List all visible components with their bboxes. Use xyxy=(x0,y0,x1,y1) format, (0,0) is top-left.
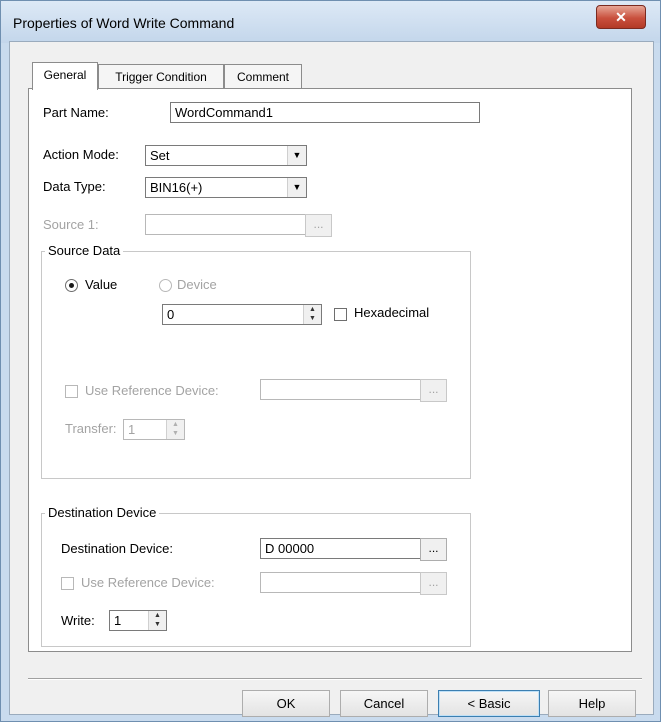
cancel-button[interactable]: Cancel xyxy=(340,690,428,717)
destination-reference-device-input[interactable] xyxy=(260,572,422,593)
dropdown-arrow-icon[interactable]: ▼ xyxy=(287,146,306,165)
tab-trigger-condition-label: Trigger Condition xyxy=(115,70,207,84)
general-tab-panel: Part Name: WordCommand1 Action Mode: Set… xyxy=(28,88,632,652)
transfer-spinner[interactable]: ▲ ▼ xyxy=(166,420,184,439)
action-mode-label: Action Mode: xyxy=(43,147,119,162)
window-title: Properties of Word Write Command xyxy=(13,15,235,31)
data-type-value: BIN16(+) xyxy=(150,180,203,195)
destination-device-input[interactable]: D 00000 xyxy=(260,538,422,559)
value-spinner[interactable]: ▲ ▼ xyxy=(303,305,321,324)
dropdown-arrow-icon[interactable]: ▼ xyxy=(287,178,306,197)
data-type-select[interactable]: BIN16(+) ▼ xyxy=(145,177,307,198)
part-name-label: Part Name: xyxy=(43,105,109,120)
write-spinner[interactable]: ▲ ▼ xyxy=(148,611,166,630)
ok-button[interactable]: OK xyxy=(242,690,330,717)
source-reference-device-input[interactable] xyxy=(260,379,422,400)
tab-comment-label: Comment xyxy=(236,70,289,84)
destination-use-reference-checkbox[interactable] xyxy=(61,577,74,590)
destination-device-browse-button[interactable]: ... xyxy=(420,538,447,561)
help-button[interactable]: Help xyxy=(548,690,636,717)
source1-label: Source 1: xyxy=(43,217,99,232)
button-separator xyxy=(28,678,642,680)
device-radio[interactable] xyxy=(159,279,172,292)
source1-input[interactable] xyxy=(145,214,307,235)
dialog-client: General Trigger Condition Comment Part N… xyxy=(9,41,654,717)
spin-up-icon[interactable]: ▲ xyxy=(149,611,166,620)
spin-up-icon[interactable]: ▲ xyxy=(304,305,321,314)
source-reference-browse-button[interactable]: ... xyxy=(420,379,447,402)
write-input-text: 1 xyxy=(114,613,122,628)
action-mode-value: Set xyxy=(150,148,170,163)
source1-browse-button[interactable]: ... xyxy=(305,214,332,237)
spin-up-icon[interactable]: ▲ xyxy=(167,420,184,429)
write-input[interactable]: 1 ▲ ▼ xyxy=(109,610,167,631)
dialog-window: Properties of Word Write Command ✕ Gener… xyxy=(0,0,661,722)
title-bar[interactable]: Properties of Word Write Command ✕ xyxy=(1,1,660,43)
tab-general-label: General xyxy=(43,68,87,82)
source-use-reference-checkbox[interactable] xyxy=(65,385,78,398)
value-radio-label: Value xyxy=(85,277,118,292)
tab-trigger-condition[interactable]: Trigger Condition xyxy=(98,64,224,89)
device-radio-label: Device xyxy=(177,277,217,292)
destination-use-reference-label: Use Reference Device: xyxy=(81,575,215,590)
value-radio[interactable] xyxy=(65,279,78,292)
hexadecimal-label: Hexadecimal xyxy=(354,305,430,320)
close-button[interactable]: ✕ xyxy=(596,5,646,29)
tab-general[interactable]: General xyxy=(32,62,98,90)
write-label: Write: xyxy=(61,613,95,628)
tab-comment[interactable]: Comment xyxy=(224,64,302,89)
source-data-group-title: Source Data xyxy=(45,243,124,258)
transfer-label: Transfer: xyxy=(65,421,117,436)
value-input-text: 0 xyxy=(167,307,175,322)
destination-device-group-title: Destination Device xyxy=(45,505,160,520)
value-input[interactable]: 0 ▲ ▼ xyxy=(162,304,322,325)
close-icon[interactable]: ✕ xyxy=(615,9,627,25)
transfer-input-text: 1 xyxy=(128,422,136,437)
action-mode-select[interactable]: Set ▼ xyxy=(145,145,307,166)
basic-button[interactable]: < Basic xyxy=(438,690,540,717)
transfer-input[interactable]: 1 ▲ ▼ xyxy=(123,419,185,440)
destination-reference-browse-button[interactable]: ... xyxy=(420,572,447,595)
spin-down-icon[interactable]: ▼ xyxy=(149,620,166,629)
source-use-reference-label: Use Reference Device: xyxy=(85,383,219,398)
destination-device-label: Destination Device: xyxy=(61,541,173,556)
part-name-input[interactable]: WordCommand1 xyxy=(170,102,480,123)
hexadecimal-checkbox[interactable] xyxy=(334,308,347,321)
data-type-label: Data Type: xyxy=(43,179,106,194)
spin-down-icon[interactable]: ▼ xyxy=(167,429,184,438)
spin-down-icon[interactable]: ▼ xyxy=(304,314,321,323)
